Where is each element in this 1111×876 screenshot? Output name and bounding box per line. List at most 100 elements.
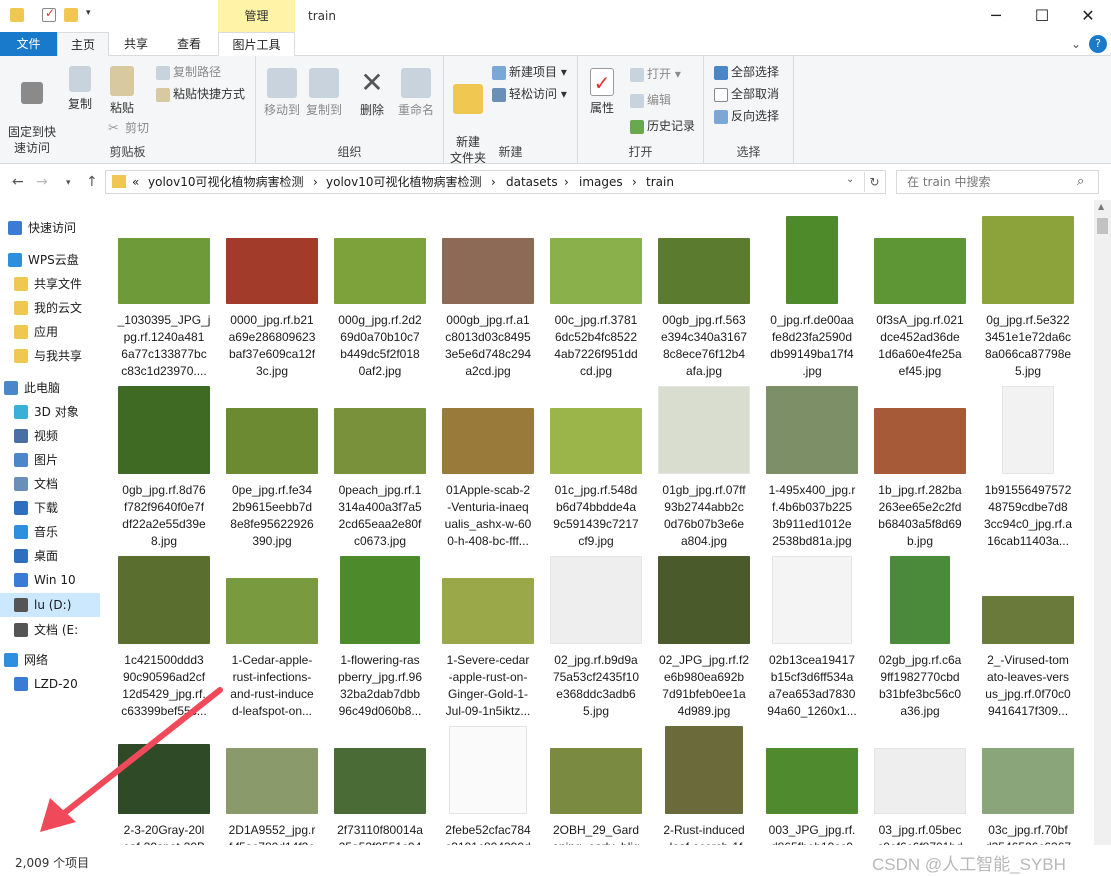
- maximize-button[interactable]: ☐: [1019, 0, 1065, 32]
- back-arrow-icon[interactable]: ←: [12, 174, 24, 190]
- invert-selection-button[interactable]: 反向选择: [714, 106, 779, 126]
- tab-home[interactable]: 主页: [57, 32, 109, 57]
- address-bar[interactable]: « yolov10可视化植物病害检测 › yolov10可视化植物病害检测 › …: [105, 170, 886, 194]
- file-item[interactable]: 1b_jpg.rf.282ba 263ee65e2c2fd b68403a5f8…: [866, 380, 974, 550]
- nav-item-network[interactable]: 网络: [0, 648, 100, 672]
- breadcrumb-separator[interactable]: ›: [564, 171, 569, 193]
- file-item[interactable]: 02b13cea19417 b15cf3d6ff534a a7ea653ad78…: [758, 550, 866, 720]
- open-button[interactable]: 打开 ▾: [630, 64, 681, 84]
- recent-locations-icon[interactable]: ▾: [66, 178, 71, 188]
- edit-button[interactable]: 编辑: [630, 90, 671, 110]
- nav-item-apps[interactable]: 应用: [0, 320, 100, 344]
- nav-item-wps-cloud[interactable]: WPS云盘: [0, 248, 100, 272]
- file-item[interactable]: 2OBH_29_Gard ening_early_blig: [542, 720, 650, 845]
- file-item[interactable]: 0_jpg.rf.de00aa fe8d23fa2590d db99149ba1…: [758, 210, 866, 380]
- paste-shortcut-button[interactable]: 粘贴快捷方式: [156, 84, 245, 104]
- select-none-button[interactable]: 全部取消: [714, 84, 779, 104]
- address-dropdown-icon[interactable]: ⌄: [846, 174, 854, 185]
- tab-share[interactable]: 共享: [111, 32, 161, 56]
- file-item[interactable]: 1b91556497572 48759cdbe7d8 3cc94c0_jpg.r…: [974, 380, 1082, 550]
- delete-button[interactable]: ✕ 删除: [354, 68, 390, 118]
- file-item[interactable]: 0pe_jpg.rf.fe34 2b9615eebb7d 8e8fe956229…: [218, 380, 326, 550]
- file-item[interactable]: 000g_jpg.rf.2d2 69d0a70b10c7 b449dc5f2f0…: [326, 210, 434, 380]
- file-item[interactable]: 003_JPG_jpg.rf. d865fbeb19cc9: [758, 720, 866, 845]
- breadcrumb-separator[interactable]: ›: [313, 171, 318, 193]
- scrollbar-thumb[interactable]: [1097, 218, 1108, 234]
- nav-item-shared-with-me[interactable]: 与我共享: [0, 344, 100, 368]
- file-item[interactable]: 02gb_jpg.rf.c6a 9ff1982770cbd b31bfe3bc5…: [866, 550, 974, 720]
- up-arrow-icon[interactable]: ↑: [86, 174, 98, 190]
- file-item[interactable]: 00gb_jpg.rf.563 e394c340a3167 8c8ece76f1…: [650, 210, 758, 380]
- search-icon[interactable]: ⌕: [1077, 174, 1084, 189]
- quick-access-dropdown-icon[interactable]: ▾: [86, 8, 91, 18]
- breadcrumb-item[interactable]: datasets: [506, 171, 558, 193]
- rename-button[interactable]: 重命名: [394, 68, 438, 118]
- file-item[interactable]: 00c_jpg.rf.3781 6dc52b4fc8522 4ab7226f95…: [542, 210, 650, 380]
- cut-button[interactable]: ✂ 剪切: [108, 118, 149, 138]
- forward-arrow-icon[interactable]: →: [36, 174, 48, 190]
- nav-item-music[interactable]: 音乐: [0, 520, 100, 544]
- tab-file[interactable]: 文件: [0, 32, 57, 56]
- breadcrumb-separator[interactable]: ›: [632, 171, 637, 193]
- nav-item-desktop[interactable]: 桌面: [0, 544, 100, 568]
- move-to-button[interactable]: 移动到: [262, 68, 302, 118]
- file-item[interactable]: 1-Cedar-apple- rust-infections- and-rust…: [218, 550, 326, 720]
- nav-item-drive-e[interactable]: 文档 (E:: [0, 618, 100, 642]
- file-item[interactable]: 0peach_jpg.rf.1 314a400a3f7a5 2cd65eaa2e…: [326, 380, 434, 550]
- easy-access-button[interactable]: 轻松访问 ▾: [492, 84, 567, 104]
- help-icon[interactable]: ?: [1089, 35, 1107, 53]
- file-item[interactable]: 2f73110f80014a 25a53f9551c94: [326, 720, 434, 845]
- file-item[interactable]: 0f3sA_jpg.rf.021 dce452ad36de 1d6a60e4fe…: [866, 210, 974, 380]
- manage-tab[interactable]: 管理: [218, 0, 295, 32]
- collapse-ribbon-icon[interactable]: ⌄: [1068, 32, 1084, 56]
- file-item[interactable]: 1-flowering-ras pberry_jpg.rf.96 32ba2da…: [326, 550, 434, 720]
- new-item-button[interactable]: 新建项目 ▾: [492, 62, 567, 82]
- breadcrumb-overflow[interactable]: «: [132, 171, 139, 193]
- vertical-scrollbar[interactable]: ▲: [1094, 200, 1111, 845]
- new-folder-icon[interactable]: [64, 8, 78, 22]
- history-button[interactable]: 历史记录: [630, 116, 695, 136]
- tab-picture-tools[interactable]: 图片工具: [218, 32, 295, 57]
- nav-item-shared-files[interactable]: 共享文件: [0, 272, 100, 296]
- file-item[interactable]: 2_-Virused-tom ato-leaves-vers us_jpg.rf…: [974, 550, 1082, 720]
- nav-item-documents[interactable]: 文档: [0, 472, 100, 496]
- file-item[interactable]: 01Apple-scab-2 -Venturia-inaeq ualis_ash…: [434, 380, 542, 550]
- file-item[interactable]: 01gb_jpg.rf.07ff 93b2744abb2c 0d76b07b3e…: [650, 380, 758, 550]
- nav-item-pictures[interactable]: 图片: [0, 448, 100, 472]
- file-item[interactable]: 1-495x400_jpg.r f.4b6b037b225 3b911ed101…: [758, 380, 866, 550]
- close-button[interactable]: ✕: [1065, 0, 1111, 32]
- folder-icon[interactable]: [10, 8, 24, 22]
- file-item[interactable]: 0gb_jpg.rf.8d76 f782f9640f0e7f df22a2e55…: [110, 380, 218, 550]
- scroll-up-icon[interactable]: ▲: [1098, 202, 1104, 211]
- refresh-icon[interactable]: ↻: [864, 172, 884, 192]
- nav-item-drive-d[interactable]: lu (D:): [0, 593, 100, 617]
- nav-item-this-pc[interactable]: 此电脑: [0, 376, 100, 400]
- copy-button[interactable]: 复制: [62, 66, 98, 112]
- file-item[interactable]: 03_jpg.rf.05bec c0ef6c6f8701bd: [866, 720, 974, 845]
- tab-view[interactable]: 查看: [163, 32, 215, 56]
- file-item[interactable]: 2febe52cfac784 c3191c804390d: [434, 720, 542, 845]
- file-item[interactable]: 2-Rust-induced -leaf-scorch-1f: [650, 720, 758, 845]
- nav-item-3d-objects[interactable]: 3D 对象: [0, 400, 100, 424]
- paste-button[interactable]: 粘贴: [104, 66, 140, 116]
- file-item[interactable]: 000gb_jpg.rf.a1 c8013d03c8495 3e5e6d748c…: [434, 210, 542, 380]
- properties-check-icon[interactable]: ✓: [42, 6, 56, 22]
- breadcrumb-item[interactable]: yolov10可视化植物病害检测: [148, 171, 304, 193]
- breadcrumb-separator[interactable]: ›: [491, 171, 496, 193]
- select-all-button[interactable]: 全部选择: [714, 62, 779, 82]
- file-item[interactable]: 02_JPG_jpg.rf.f2 e6b980ea692b 7d91bfeb0e…: [650, 550, 758, 720]
- properties-button[interactable]: ✓ 属性: [584, 68, 620, 116]
- file-item[interactable]: 0g_jpg.rf.5e322 3451e1e72da6c 8a066ca877…: [974, 210, 1082, 380]
- file-item[interactable]: 0000_jpg.rf.b21 a69e286809623 baf37e609c…: [218, 210, 326, 380]
- breadcrumb-item[interactable]: images: [579, 171, 623, 193]
- breadcrumb-current[interactable]: train: [646, 171, 674, 193]
- breadcrumb-item[interactable]: yolov10可视化植物病害检测: [326, 171, 482, 193]
- file-item[interactable]: _1030395_JPG_j pg.rf.1240a481 6a77c13387…: [110, 210, 218, 380]
- nav-item-my-cloud[interactable]: 我的云文: [0, 296, 100, 320]
- search-input[interactable]: 在 train 中搜索: [896, 170, 1099, 194]
- nav-item-drive-c[interactable]: Win 10: [0, 568, 100, 592]
- nav-item-quick-access[interactable]: 快速访问: [0, 216, 100, 240]
- file-item[interactable]: 2D1A9552_jpg.r f.f5ac780d14f2e: [218, 720, 326, 845]
- copy-path-button[interactable]: 复制路径: [156, 62, 221, 82]
- file-item[interactable]: 01c_jpg.rf.548d b6d74bbdde4a 9c591439c72…: [542, 380, 650, 550]
